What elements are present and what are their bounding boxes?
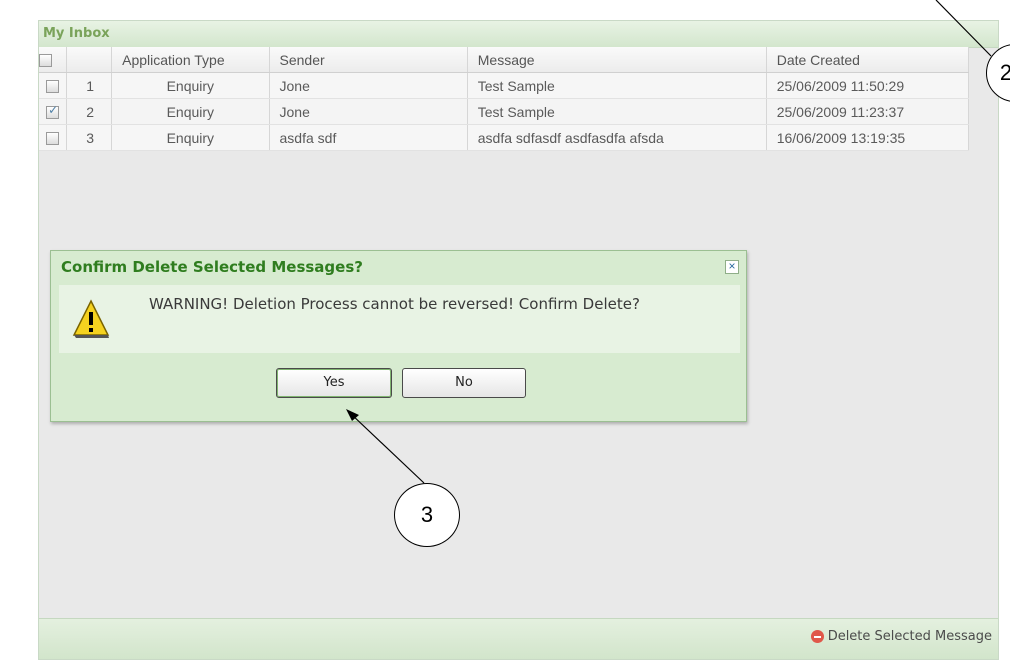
select-all-checkbox[interactable] <box>39 54 52 68</box>
row-checkbox[interactable] <box>46 103 60 120</box>
cell-message: asdfa sdfasdf asdfasdfa afsda <box>467 124 767 151</box>
warning-icon <box>72 299 110 338</box>
table-row[interactable]: 3 Enquiry asdfa sdf asdfa sdfasdf asdfas… <box>39 124 970 151</box>
row-checkbox-cell <box>39 124 68 151</box>
cell-date-created: 16/06/2009 13:19:35 <box>766 124 970 151</box>
confirm-delete-dialog: Confirm Delete Selected Messages? × WARN… <box>50 250 747 422</box>
column-header-message[interactable]: Message <box>467 47 767 73</box>
row-checkbox[interactable] <box>46 132 60 146</box>
no-button[interactable]: No <box>402 368 526 398</box>
inbox-table: Application Type Sender Message Date Cre… <box>39 47 970 151</box>
cell-application-type: Enquiry <box>111 72 270 99</box>
cell-application-type: Enquiry <box>111 98 270 125</box>
row-number: 2 <box>66 98 113 125</box>
cell-message: Test Sample <box>467 72 767 99</box>
cell-date-created: 25/06/2009 11:23:37 <box>766 98 970 125</box>
dialog-body: WARNING! Deletion Process cannot be reve… <box>59 285 740 353</box>
column-header-sender[interactable]: Sender <box>269 47 468 73</box>
column-header-application-type[interactable]: Application Type <box>111 47 270 73</box>
table-row[interactable]: 2 Enquiry Jone Test Sample 25/06/2009 11… <box>39 98 970 125</box>
close-icon[interactable]: × <box>725 260 739 274</box>
cell-date-created: 25/06/2009 11:50:29 <box>766 72 970 99</box>
column-header-date-created[interactable]: Date Created <box>766 47 970 73</box>
table-row[interactable]: 1 Enquiry Jone Test Sample 25/06/2009 11… <box>39 72 970 99</box>
cell-application-type: Enquiry <box>111 124 270 151</box>
delete-selected-button[interactable]: Delete Selected Message <box>810 629 992 644</box>
yes-button[interactable]: Yes <box>276 368 392 398</box>
inbox-header: My Inbox <box>39 21 998 48</box>
select-all-cell <box>39 47 68 73</box>
inbox-title: My Inbox <box>43 26 110 41</box>
row-checkbox-cell <box>39 72 68 99</box>
delete-selected-label: Delete Selected Message <box>827 629 992 644</box>
minus-circle-icon <box>810 630 824 643</box>
cell-sender: Jone <box>269 98 468 125</box>
cell-sender: asdfa sdf <box>269 124 468 151</box>
dialog-message: WARNING! Deletion Process cannot be reve… <box>149 295 640 313</box>
dialog-title: Confirm Delete Selected Messages? <box>61 258 363 276</box>
inbox-footer: Delete Selected Message <box>39 618 998 659</box>
cell-sender: Jone <box>269 72 468 99</box>
callout-3: 3 <box>394 483 460 547</box>
row-number-header <box>66 47 113 73</box>
cell-message: Test Sample <box>467 98 767 125</box>
table-header-row: Application Type Sender Message Date Cre… <box>39 47 970 73</box>
row-checkbox-cell <box>39 98 68 125</box>
row-number: 3 <box>66 124 113 151</box>
row-number: 1 <box>66 72 113 99</box>
row-checkbox[interactable] <box>46 80 60 94</box>
